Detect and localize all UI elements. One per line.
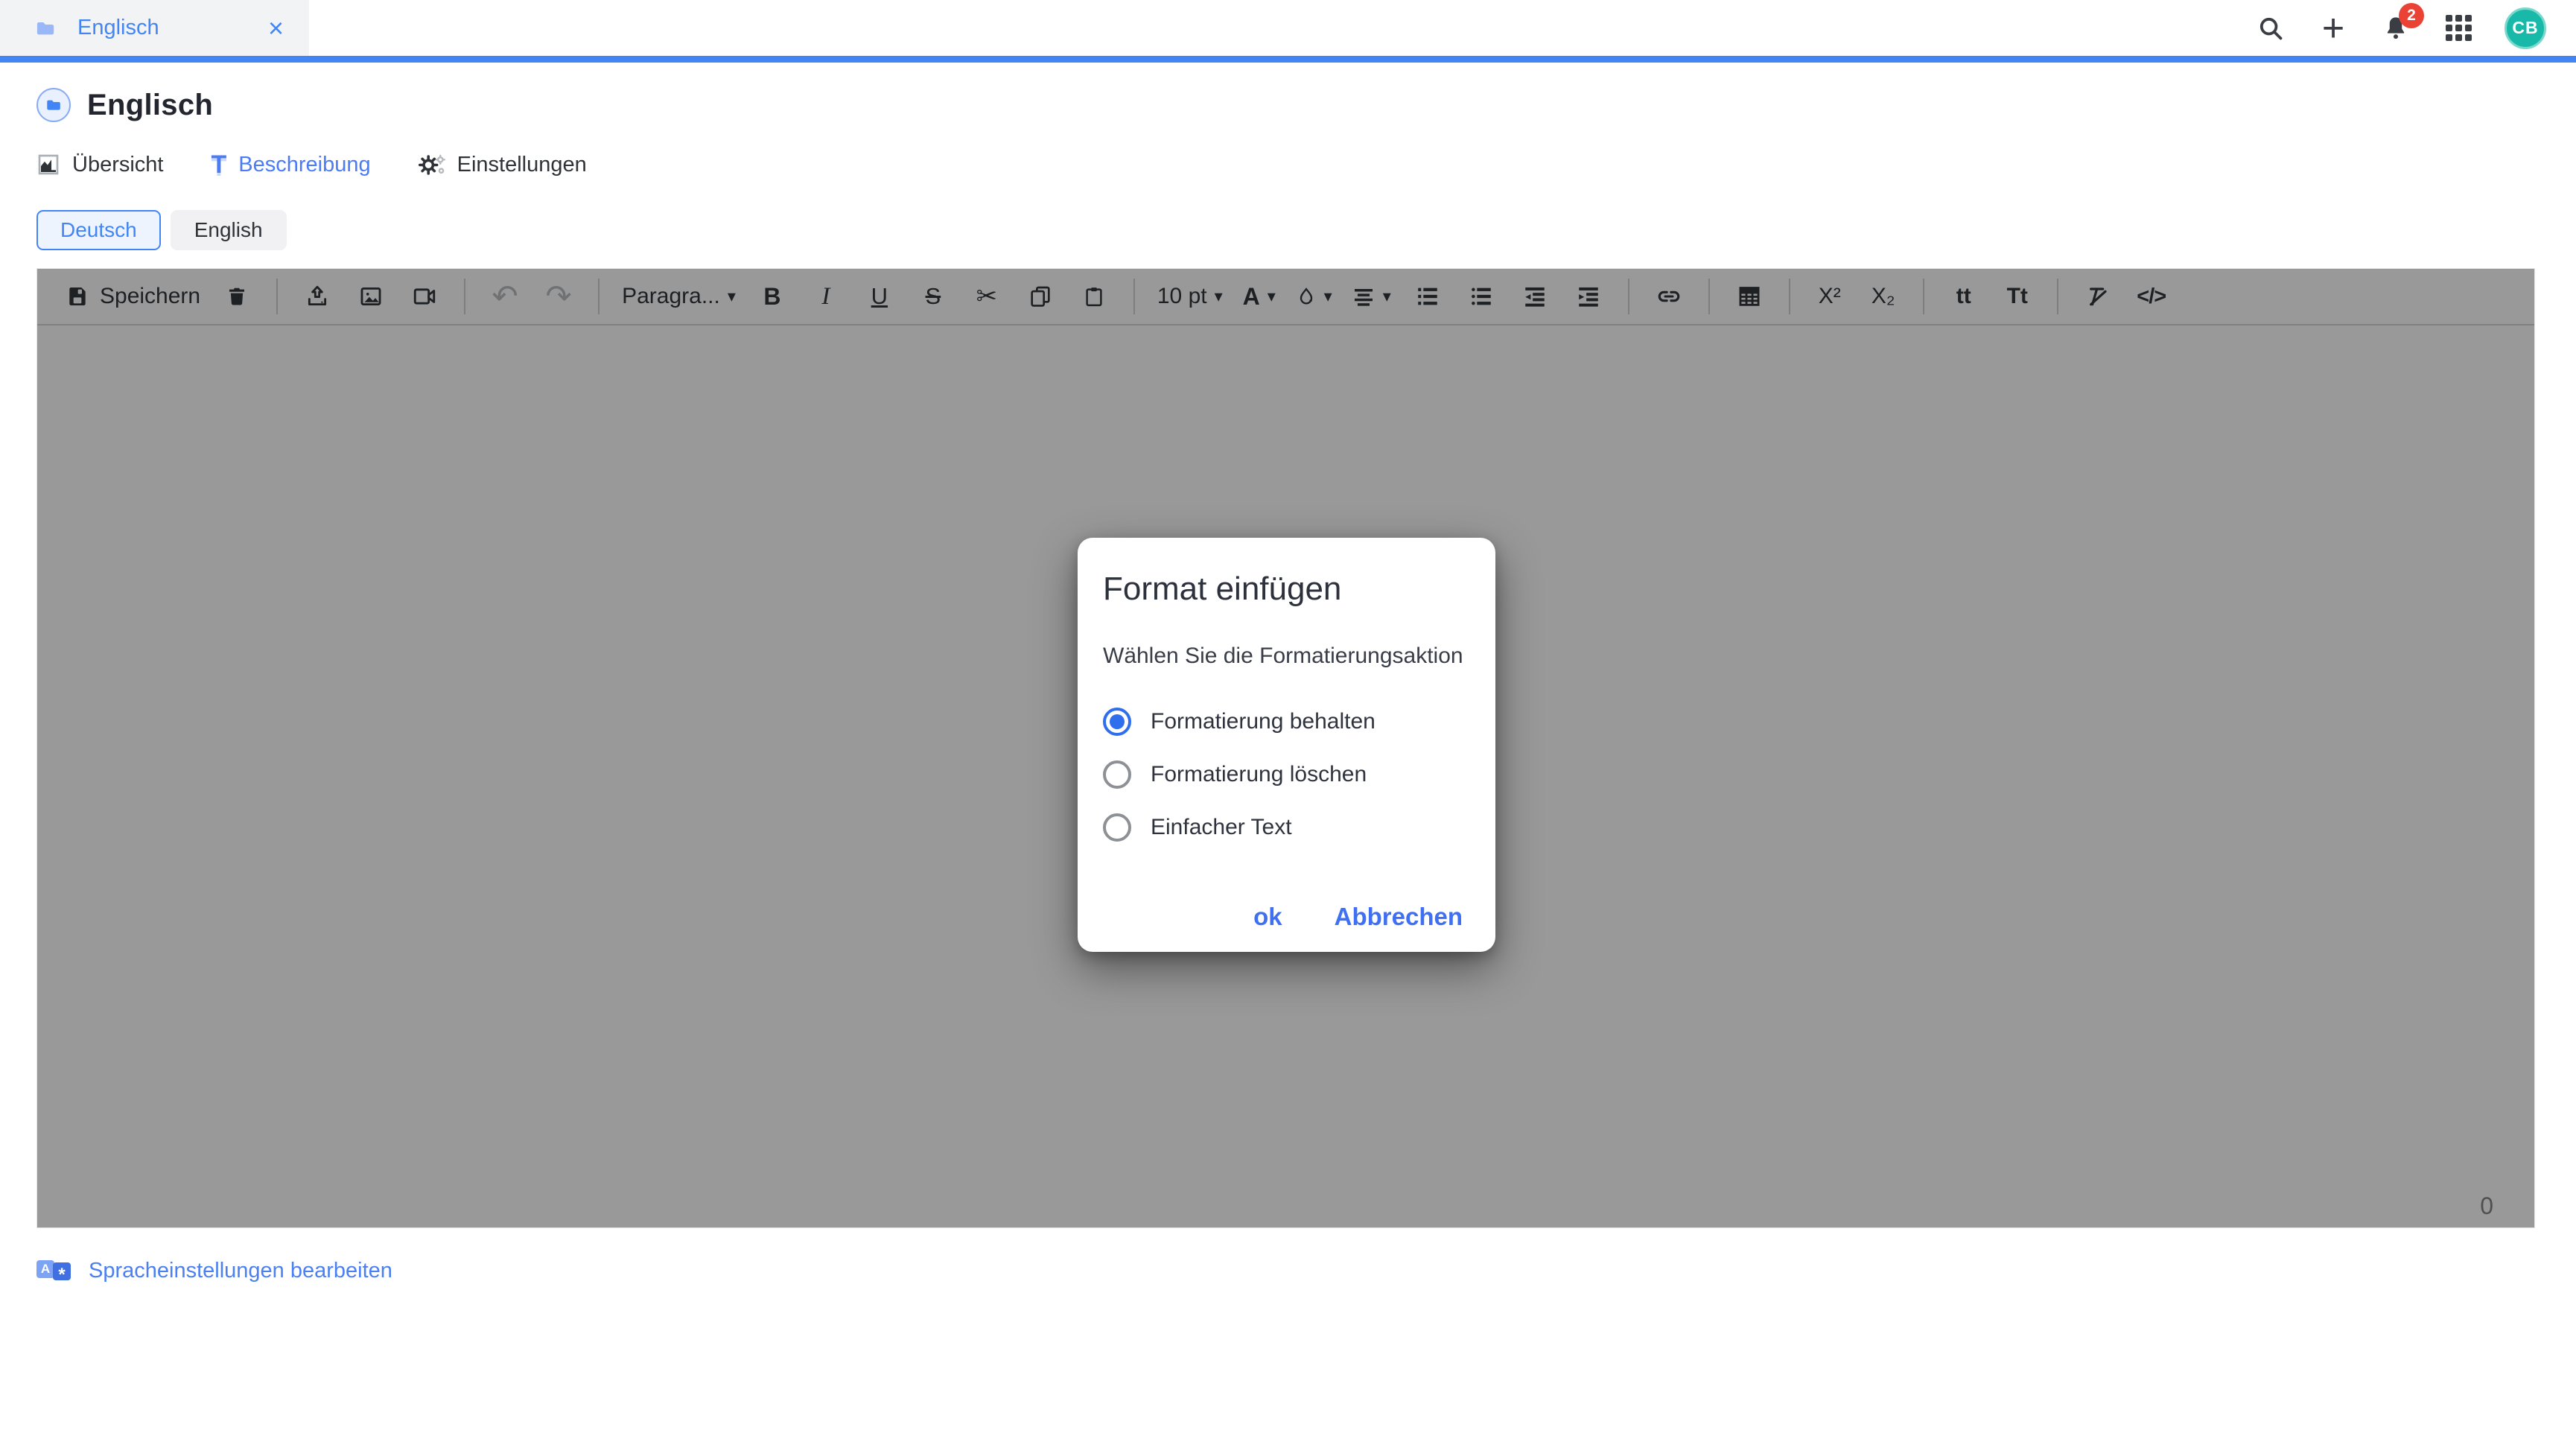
- language-button-english[interactable]: English: [171, 210, 287, 250]
- radio-unselected-icon: [1103, 760, 1131, 789]
- ok-button[interactable]: ok: [1249, 892, 1287, 941]
- folder-avatar-icon: [36, 88, 71, 122]
- dialog-actions: ok Abbrechen: [1249, 892, 1467, 941]
- topbar: Englisch × + 2 CB: [0, 0, 2576, 56]
- dialog-subtitle: Wählen Sie die Formatierungsaktion: [1103, 643, 1467, 670]
- gears-icon: [419, 153, 445, 177]
- title-row: Englisch: [36, 88, 2576, 122]
- language-settings-link[interactable]: A * Spracheinstellungen bearbeiten: [36, 1258, 2576, 1283]
- avatar[interactable]: CB: [2505, 7, 2546, 49]
- translate-star: *: [53, 1262, 71, 1280]
- tab-label: Beschreibung: [238, 153, 370, 177]
- translate-icon: A *: [36, 1258, 75, 1283]
- topbar-accent-line: [0, 56, 2576, 63]
- notification-badge: 2: [2399, 3, 2424, 28]
- page-header: Englisch Übersicht T Beschreibung: [0, 63, 2576, 177]
- close-icon[interactable]: ×: [264, 15, 288, 42]
- nav-tabs: Übersicht T Beschreibung: [36, 152, 2576, 177]
- tab-beschreibung[interactable]: T Beschreibung: [212, 152, 371, 177]
- language-switcher: Deutsch English: [36, 210, 2576, 250]
- tab-label: Englisch: [77, 16, 264, 40]
- dialog-options: Formatierung behalten Formatierung lösch…: [1103, 708, 1467, 842]
- topbar-actions: + 2 CB: [2254, 0, 2546, 56]
- app-root: { "topbar": { "tab_label": "Englisch", "…: [0, 0, 2576, 1433]
- tab-label: Übersicht: [72, 153, 164, 177]
- tab-label: Einstellungen: [457, 153, 587, 177]
- folder-icon: [33, 18, 58, 39]
- page-title: Englisch: [87, 89, 213, 122]
- tab-einstellungen[interactable]: Einstellungen: [419, 153, 587, 177]
- language-settings-label: Spracheinstellungen bearbeiten: [89, 1259, 392, 1283]
- apps-grid-icon[interactable]: [2442, 12, 2475, 45]
- translate-letter: A: [36, 1260, 54, 1278]
- radio-option-keep-formatting[interactable]: Formatierung behalten: [1103, 708, 1467, 736]
- radio-selected-icon: [1103, 708, 1131, 736]
- radio-unselected-icon: [1103, 813, 1131, 842]
- radio-option-plain-text[interactable]: Einfacher Text: [1103, 813, 1467, 842]
- dialog-title: Format einfügen: [1103, 571, 1467, 609]
- language-button-deutsch[interactable]: Deutsch: [36, 210, 161, 250]
- radio-option-clear-formatting[interactable]: Formatierung löschen: [1103, 760, 1467, 789]
- cancel-button[interactable]: Abbrechen: [1330, 892, 1467, 941]
- tab-uebersicht[interactable]: Übersicht: [36, 153, 164, 177]
- notifications-button[interactable]: 2: [2379, 12, 2412, 45]
- add-icon[interactable]: +: [2317, 12, 2350, 45]
- text-format-icon: T: [212, 152, 227, 177]
- paste-format-dialog: Format einfügen Wählen Sie die Formatier…: [1078, 538, 1495, 952]
- open-tab[interactable]: Englisch ×: [0, 0, 309, 56]
- search-icon[interactable]: [2254, 12, 2287, 45]
- chart-icon: [36, 153, 60, 177]
